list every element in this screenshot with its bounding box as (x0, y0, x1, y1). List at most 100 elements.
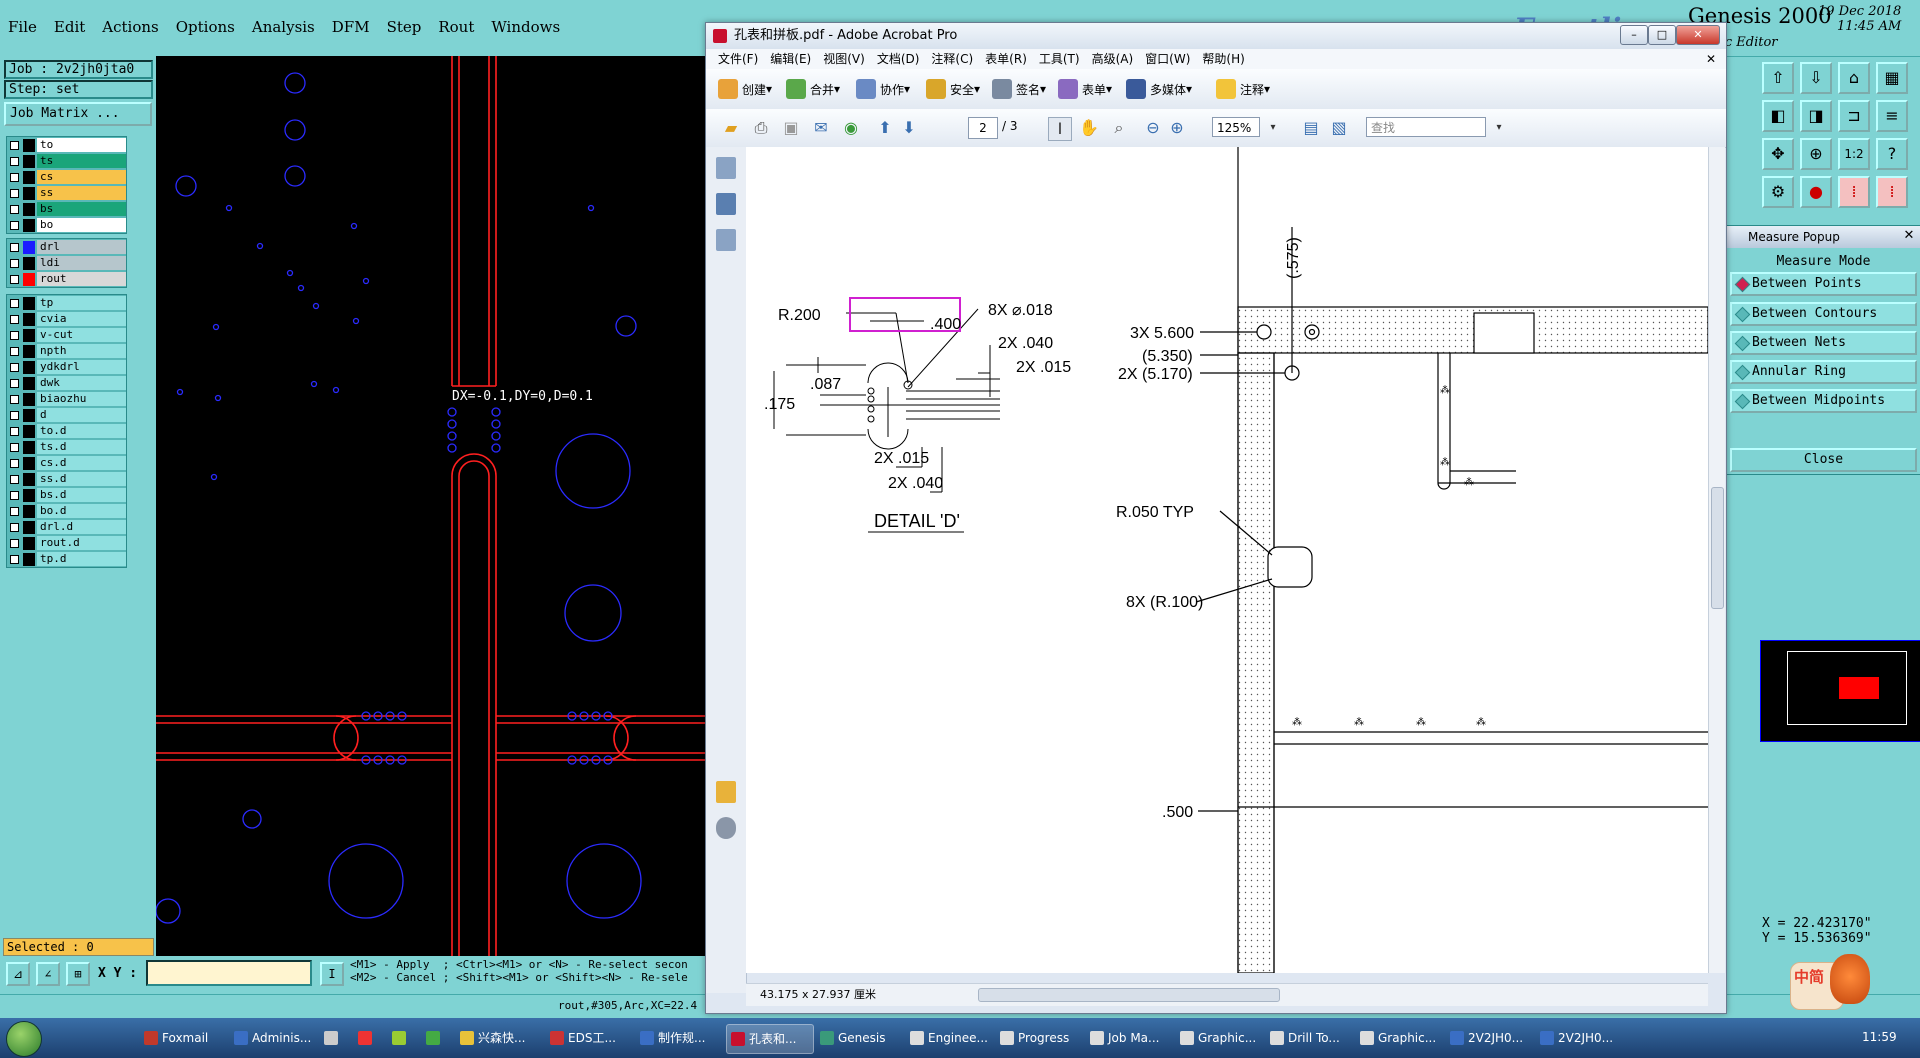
layer-row[interactable]: bo (7, 217, 126, 233)
layer-checkbox[interactable] (10, 538, 19, 548)
layer-color-swatch[interactable] (23, 536, 35, 550)
taskbar-item[interactable]: Drill To... (1266, 1024, 1352, 1052)
fit-page-icon[interactable]: ▤ (1300, 117, 1322, 139)
menu-step[interactable]: Step (387, 18, 422, 36)
layer-row[interactable]: ss (7, 185, 126, 201)
layer-color-swatch[interactable] (23, 170, 35, 184)
pan-left-icon[interactable]: ◧ (1762, 100, 1794, 132)
layer-row[interactable]: dwk (7, 375, 126, 391)
snap-icon[interactable]: ⚙ (1762, 176, 1794, 208)
layer-color-swatch[interactable] (23, 488, 35, 502)
taskbar-item[interactable]: Foxmail (140, 1024, 226, 1052)
option-between-points[interactable]: Between Points (1730, 272, 1917, 296)
task-collaborate[interactable]: 协作 ▾ (856, 79, 910, 99)
layer-checkbox[interactable] (10, 188, 19, 198)
layer-row[interactable]: bo.d (7, 503, 126, 519)
search-input[interactable]: 查找 (1366, 117, 1486, 137)
select-text-icon[interactable]: I (1048, 117, 1072, 141)
layer-name[interactable]: ts (37, 154, 126, 168)
layer-name[interactable]: bo (37, 218, 126, 232)
layer-checkbox[interactable] (10, 394, 19, 404)
layer-checkbox[interactable] (10, 298, 19, 308)
layer-color-swatch[interactable] (23, 240, 35, 254)
maximize-icon[interactable]: □ (1648, 25, 1676, 45)
layer-name[interactable]: drl.d (37, 520, 126, 534)
layer-name[interactable]: tp (37, 296, 126, 310)
measure-icon[interactable]: ● (1800, 176, 1832, 208)
layer-checkbox[interactable] (10, 458, 19, 468)
layer-name[interactable]: biaozhu (37, 392, 126, 406)
layer-row[interactable]: bs.d (7, 487, 126, 503)
layer-name[interactable]: tp.d (37, 552, 126, 566)
layer-row[interactable]: cs (7, 169, 126, 185)
close-icon[interactable]: ✕ (1676, 25, 1720, 45)
layer-row[interactable]: ss.d (7, 471, 126, 487)
layer-name[interactable]: bs.d (37, 488, 126, 502)
measure-close-button[interactable]: Close (1730, 448, 1917, 472)
xy-input[interactable] (146, 960, 312, 986)
redraw-icon[interactable]: ≡ (1876, 100, 1908, 132)
ime-widget[interactable]: 中简 (1790, 948, 1870, 1018)
layer-checkbox[interactable] (10, 204, 19, 214)
layer-color-swatch[interactable] (23, 344, 35, 358)
measure-popup-title[interactable]: Measure Popup (1726, 226, 1920, 248)
comments-icon[interactable] (716, 781, 736, 803)
minimize-icon[interactable]: – (1620, 25, 1648, 45)
layer-checkbox[interactable] (10, 554, 19, 564)
layer-color-swatch[interactable] (23, 296, 35, 310)
attachments-icon[interactable] (716, 817, 736, 839)
menu-options[interactable]: Options (176, 18, 235, 36)
layer-checkbox[interactable] (10, 378, 19, 388)
layer-name[interactable]: ts.d (37, 440, 126, 454)
layer-name[interactable]: v-cut (37, 328, 126, 342)
layer-name[interactable]: ss.d (37, 472, 126, 486)
option-annular-ring[interactable]: Annular Ring (1730, 360, 1917, 384)
doc-close-icon[interactable]: ✕ (1706, 49, 1716, 69)
task-comment[interactable]: 注释 ▾ (1216, 79, 1270, 99)
layer-color-swatch[interactable] (23, 360, 35, 374)
layer-color-swatch[interactable] (23, 376, 35, 390)
taskbar-item[interactable]: Adminis... (230, 1024, 316, 1052)
layer-checkbox[interactable] (10, 426, 19, 436)
acr-menu-edit[interactable]: 编辑(E) (770, 49, 811, 69)
layer-row[interactable]: drl (7, 239, 126, 255)
layer-color-swatch[interactable] (23, 552, 35, 566)
rout-icon[interactable]: ⁞ (1838, 176, 1870, 208)
layer-row[interactable]: tp.d (7, 551, 126, 567)
layer-row[interactable]: biaozhu (7, 391, 126, 407)
menu-edit[interactable]: Edit (54, 18, 85, 36)
layer-row[interactable]: tp (7, 295, 126, 311)
next-page-icon[interactable]: ⬇ (898, 117, 920, 139)
layer-color-swatch[interactable] (23, 186, 35, 200)
layer-checkbox[interactable] (10, 156, 19, 166)
layer-color-swatch[interactable] (23, 218, 35, 232)
layer-row[interactable]: ts (7, 153, 126, 169)
snap-grid-icon[interactable]: ⊞ (66, 962, 90, 986)
layer-checkbox[interactable] (10, 442, 19, 452)
layer-color-swatch[interactable] (23, 312, 35, 326)
layer-name[interactable]: rout.d (37, 536, 126, 550)
overview-navigator[interactable] (1760, 640, 1920, 742)
taskbar-item[interactable]: 孔表和... (726, 1024, 814, 1054)
menu-rout[interactable]: Rout (438, 18, 474, 36)
acr-menu-file[interactable]: 文件(F) (718, 49, 758, 69)
email-icon[interactable]: ✉ (810, 117, 832, 139)
layer-row[interactable]: d (7, 407, 126, 423)
menu-analysis[interactable]: Analysis (252, 18, 315, 36)
task-secure[interactable]: 安全 ▾ (926, 79, 980, 99)
acrobat-titlebar[interactable]: 孔表和拼板.pdf - Adobe Acrobat Pro (706, 23, 1726, 49)
zoom-out-icon[interactable]: ⊕ (1800, 138, 1832, 170)
layer-name[interactable]: cs (37, 170, 126, 184)
taskbar-item[interactable] (354, 1024, 384, 1052)
bookmarks-icon[interactable] (716, 193, 736, 215)
menu-file[interactable]: File (8, 18, 37, 36)
signatures-icon[interactable] (716, 229, 736, 251)
layer-row[interactable]: to.d (7, 423, 126, 439)
acr-menu-forms[interactable]: 表单(R) (985, 49, 1027, 69)
pdf-document[interactable]: ⁂ ⁂ ⁂ ⁂ ⁂ ⁂ ⁂ R.200 .400 8X ⌀.018 2X .04… (746, 147, 1708, 973)
layer-checkbox[interactable] (10, 274, 19, 284)
start-button-icon[interactable] (6, 1021, 42, 1057)
layer-checkbox[interactable] (10, 140, 19, 150)
layer-color-swatch[interactable] (23, 328, 35, 342)
taskbar-item[interactable]: 兴森快... (456, 1024, 542, 1052)
